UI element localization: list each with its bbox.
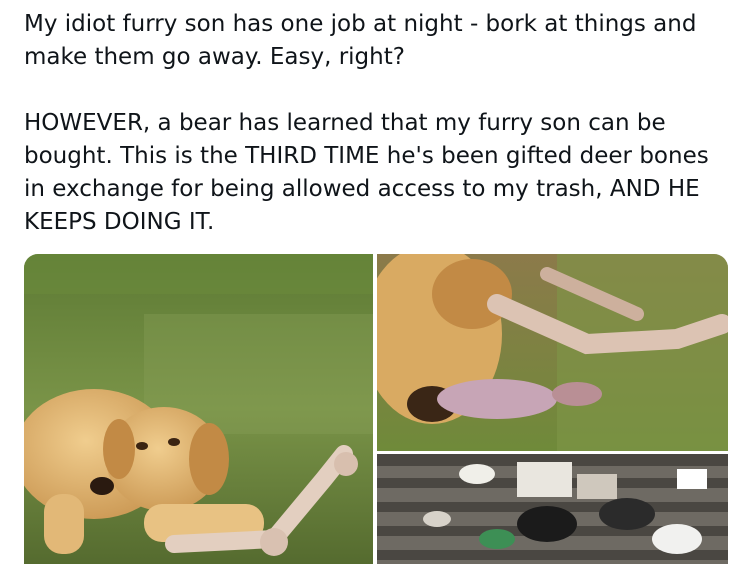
media-grid <box>24 254 728 564</box>
post-body: My idiot furry son has one job at night … <box>24 8 736 239</box>
post-paragraph-1: My idiot furry son has one job at night … <box>24 11 697 70</box>
post-paragraph-2: HOWEVER, a bear has learned that my furr… <box>24 110 709 235</box>
scattered-trash-photo[interactable] <box>377 454 728 564</box>
dog-sniffing-bone-photo[interactable] <box>377 254 728 451</box>
dog-with-bone-photo[interactable] <box>24 254 373 564</box>
